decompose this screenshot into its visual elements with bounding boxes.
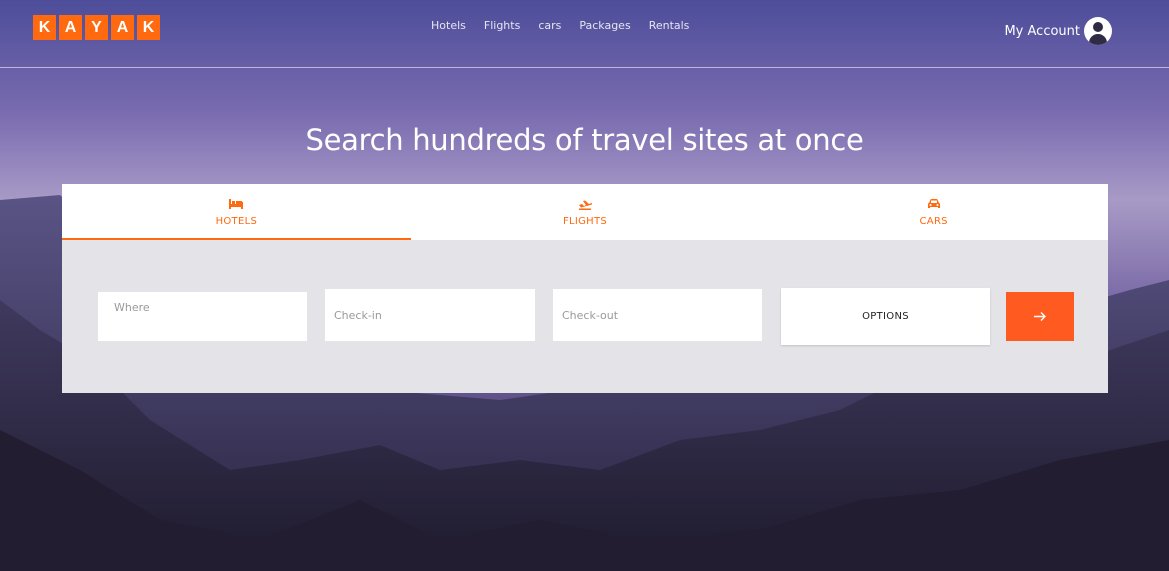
- my-account-button[interactable]: My Account: [1004, 17, 1112, 45]
- search-tabs: HOTELS FLIGHTS CARS: [62, 184, 1108, 240]
- nav-link-flights[interactable]: Flights: [484, 19, 520, 32]
- kayak-logo[interactable]: K A Y A K: [33, 15, 160, 40]
- tab-flights-label: FLIGHTS: [562, 215, 608, 227]
- tab-hotels[interactable]: HOTELS: [62, 184, 411, 240]
- tab-flights[interactable]: FLIGHTS: [411, 184, 760, 240]
- top-bar: K A Y A K Hotels Flights cars Packages R…: [0, 0, 1169, 68]
- options-label: OPTIONS: [862, 311, 909, 322]
- bed-icon: [229, 198, 244, 209]
- my-account-label: My Account: [1004, 23, 1080, 39]
- plane-takeoff-icon: [579, 200, 592, 210]
- hero-headline: Search hundreds of travel sites at once: [305, 123, 864, 157]
- logo-letter: K: [137, 15, 160, 40]
- check-in-placeholder: Check-in: [334, 309, 382, 322]
- nav-link-rentals[interactable]: Rentals: [649, 19, 690, 32]
- main-nav: Hotels Flights cars Packages Rentals: [431, 19, 689, 32]
- tab-cars[interactable]: CARS: [759, 184, 1108, 240]
- logo-letter: A: [59, 15, 82, 40]
- search-submit-button[interactable]: [1006, 292, 1074, 341]
- user-avatar-icon: [1084, 17, 1112, 45]
- where-placeholder: Where: [114, 301, 150, 314]
- check-out-input[interactable]: Check-out: [553, 289, 762, 341]
- tab-hotels-label: HOTELS: [215, 215, 258, 227]
- nav-link-cars[interactable]: cars: [538, 19, 561, 32]
- search-panel: HOTELS FLIGHTS CARS Where Check-in Check…: [62, 184, 1108, 393]
- check-out-placeholder: Check-out: [562, 309, 619, 322]
- logo-letter: Y: [85, 15, 108, 40]
- tab-cars-label: CARS: [919, 215, 948, 227]
- arrow-right-icon: [1033, 312, 1046, 321]
- nav-link-packages[interactable]: Packages: [579, 19, 630, 32]
- logo-letter: K: [33, 15, 56, 40]
- where-input[interactable]: Where: [98, 292, 307, 341]
- logo-letter: A: [111, 15, 134, 40]
- car-icon: [927, 198, 940, 208]
- nav-link-hotels[interactable]: Hotels: [431, 19, 466, 32]
- options-button[interactable]: OPTIONS: [781, 288, 990, 345]
- check-in-input[interactable]: Check-in: [325, 289, 535, 341]
